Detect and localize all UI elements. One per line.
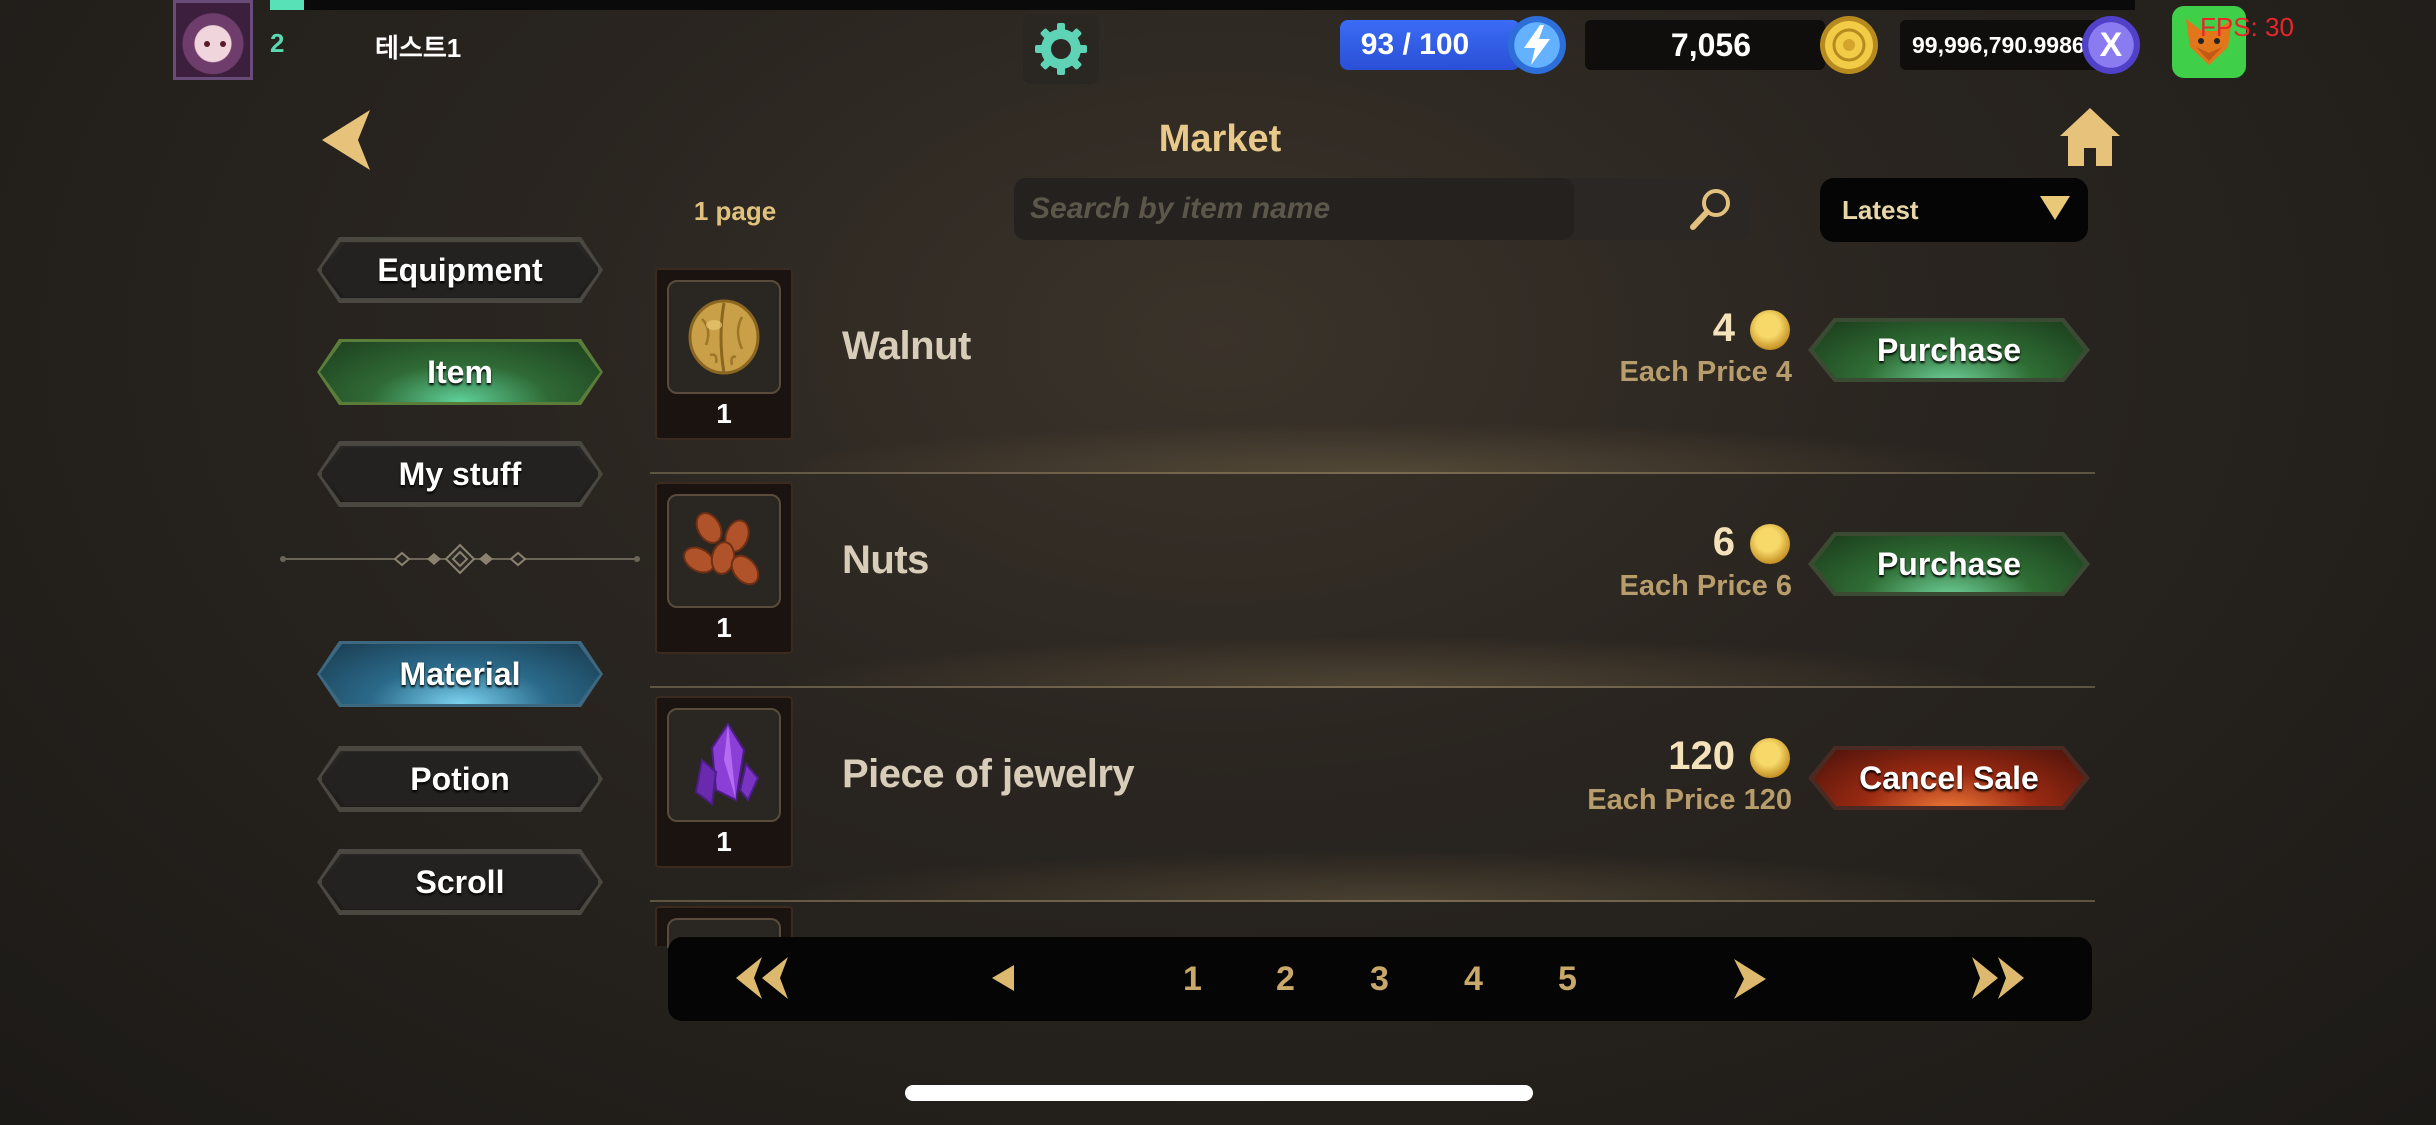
home-indicator[interactable] [905,1085,1533,1101]
fps-counter: FPS: 30 [2200,12,2294,42]
unit-price: Each Price 120 [1587,784,1792,816]
purchase-button[interactable]: Purchase [1808,532,2090,596]
walnut-icon [688,299,760,375]
settings-button[interactable] [1023,14,1099,84]
page-number-1[interactable]: 1 [1183,960,1202,999]
page-number-5[interactable]: 5 [1558,960,1577,999]
tab-material[interactable]: Material [320,644,600,704]
item-price: 6 [1712,520,1735,564]
search-input[interactable] [1030,186,1570,232]
gear-icon [1035,23,1087,75]
prev-page-icon[interactable] [990,963,1016,993]
first-page-icon[interactable] [734,955,790,1001]
chevron-down-icon [2040,196,2070,220]
back-arrow-icon[interactable] [318,108,372,172]
list-item: 1 Nuts 6 Each Price 6 Purchase [650,474,2095,688]
item-slot[interactable]: 1 [655,268,793,440]
item-slot[interactable]: 1 [655,696,793,868]
item-quantity: 1 [716,398,732,429]
unit-price: Each Price 4 [1619,356,1793,388]
unit-price: Each Price 6 [1619,570,1793,602]
purchase-button-label: Purchase [1876,545,2022,582]
tab-equipment[interactable]: Equipment [320,240,600,300]
item-price: 120 [1668,734,1735,778]
page-title: Market [1158,118,1282,160]
item-name: Nuts [842,538,929,582]
page-number-4[interactable]: 4 [1464,960,1483,999]
tab-label: Material [399,655,521,692]
item-price: 4 [1712,306,1735,350]
player-level: 2 [270,28,285,58]
experience-bar-fill [270,0,304,10]
list-item: 1 Walnut 4 Each Price 4 Purchase [650,260,2095,474]
page-indicator: 1 page [693,196,777,226]
item-slot[interactable]: 1 [655,482,793,654]
list-item: 1 Piece of jewelry 120 Each Price 120 Ca… [650,688,2095,902]
item-quantity: 1 [716,612,732,643]
item-quantity: 1 [716,826,732,857]
search-icon[interactable] [1688,186,1734,232]
page-number-3[interactable]: 3 [1370,960,1389,999]
item-name: Piece of jewelry [842,752,1135,796]
cancel-sale-button-label: Cancel Sale [1859,759,2039,796]
nuts-icon [683,512,760,586]
purchase-button[interactable]: Purchase [1808,318,2090,382]
home-icon[interactable] [2058,106,2122,168]
x-token-icon[interactable]: X [2082,16,2140,74]
tab-label: Scroll [415,863,505,900]
tab-potion[interactable]: Potion [320,749,600,809]
tab-scroll[interactable]: Scroll [320,852,600,912]
gold-coin-icon [1750,310,1790,350]
purple-crystal-icon [694,722,760,806]
item-name: Walnut [842,324,971,368]
gold-coin-icon [1750,738,1790,778]
player-name: 테스트1 [375,33,462,63]
player-avatar[interactable] [173,0,253,80]
tab-my-stuff[interactable]: My stuff [320,444,600,504]
gold-counter: 7,056 [1585,20,1825,70]
gold-coin-icon [1750,524,1790,564]
lightning-icon[interactable] [1508,16,1566,74]
tab-label: Equipment [377,251,543,288]
sort-selected-label: Latest [1842,195,1919,225]
tab-label: Potion [410,760,510,797]
token-counter: 99,996,790.9986 [1900,20,2110,70]
experience-bar [270,0,2135,10]
page-number-2[interactable]: 2 [1276,960,1295,999]
tab-label: Item [427,353,493,390]
tab-item[interactable]: Item [320,342,600,402]
cancel-sale-button[interactable]: Cancel Sale [1808,746,2090,810]
ornamental-divider [280,543,640,575]
last-page-icon[interactable] [1970,955,2026,1001]
gold-coin-icon [1820,16,1878,74]
next-page-icon[interactable] [1732,957,1768,1001]
tab-label: My stuff [398,455,522,492]
energy-counter: 93 / 100 [1340,20,1520,70]
purchase-button-label: Purchase [1876,331,2022,368]
